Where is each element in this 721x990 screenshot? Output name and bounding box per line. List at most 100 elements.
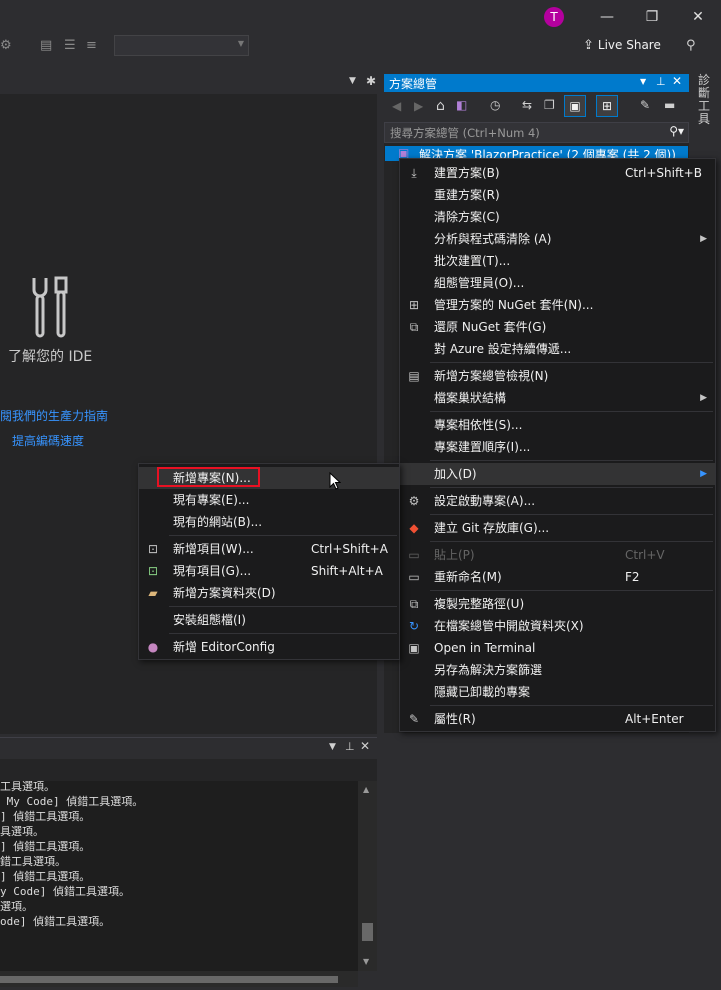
- pin-icon[interactable]: ⊥: [345, 740, 355, 753]
- menu-item-dependencies[interactable]: 專案相依性(S)...: [400, 414, 715, 436]
- close-window-button[interactable]: ✕: [687, 6, 709, 28]
- output-text: 工具選項。 My Code] 偵錯工具選項。 ] 偵錯工具選項。 具選項。 ] …: [0, 780, 358, 971]
- menu-separator: [169, 535, 397, 536]
- menu-separator: [169, 606, 397, 607]
- menu-item-rename[interactable]: ▭ 重新命名(M) F2: [400, 566, 715, 588]
- output-line: 錯工具選項。: [0, 855, 66, 868]
- menu-item-build-order[interactable]: 專案建置順序(I)...: [400, 436, 715, 458]
- output-line: ode] 偵錯工具選項。: [0, 915, 111, 928]
- submenu-item-install-config[interactable]: 安裝組態檔(I): [139, 609, 399, 631]
- git-icon: ◆: [409, 521, 419, 535]
- output-line: ] 偵錯工具選項。: [0, 870, 91, 883]
- menu-item-add[interactable]: 加入(D) ▶: [400, 463, 715, 485]
- document-icon[interactable]: ▤: [40, 38, 52, 53]
- chevron-down-icon[interactable]: ▼: [640, 77, 646, 86]
- menu-item-clean[interactable]: 清除方案(C): [400, 206, 715, 228]
- user-avatar[interactable]: T: [544, 7, 564, 27]
- search-icon[interactable]: ⚲▾: [669, 124, 684, 138]
- gear-icon[interactable]: ⚙: [0, 38, 12, 53]
- productivity-guide-link[interactable]: 閱我們的生產力指南: [0, 407, 108, 424]
- paste-icon: ▭: [408, 548, 420, 562]
- rename-icon: ▭: [408, 570, 420, 584]
- menu-item-build[interactable]: ⤓ 建置方案(B) Ctrl+Shift+B: [400, 162, 715, 184]
- minimize-button[interactable]: —: [596, 6, 618, 28]
- menu-item-properties[interactable]: ✎ 屬性(R) Alt+Enter: [400, 708, 715, 730]
- show-all-files-icon[interactable]: ▣: [564, 95, 586, 117]
- comment-icon[interactable]: ≡: [86, 38, 97, 53]
- menu-item-new-view[interactable]: ▤ 新增方案總管檢視(N): [400, 365, 715, 387]
- output-line: My Code] 偵錯工具選項。: [0, 795, 144, 808]
- menu-item-batch-build[interactable]: 批次建置(T)...: [400, 250, 715, 272]
- submenu-item-existing-project[interactable]: 現有專案(E)...: [139, 489, 399, 511]
- gear-icon[interactable]: ✱: [366, 74, 376, 88]
- menu-item-config-manager[interactable]: 組態管理員(O)...: [400, 272, 715, 294]
- panel-title: 方案總管: [389, 77, 438, 91]
- menu-item-copy-path[interactable]: ⧉ 複製完整路徑(U): [400, 593, 715, 615]
- menu-item-create-git[interactable]: ◆ 建立 Git 存放庫(G)...: [400, 517, 715, 539]
- menu-item-rebuild[interactable]: 重建方案(R): [400, 184, 715, 206]
- menu-item-azure[interactable]: 對 Azure 設定持續傳遞...: [400, 338, 715, 360]
- forward-icon[interactable]: ▶: [414, 99, 423, 113]
- menu-item-restore-nuget[interactable]: ⧉ 還原 NuGet 套件(G): [400, 316, 715, 338]
- close-icon[interactable]: ✕: [672, 74, 682, 88]
- menu-item-save-filter[interactable]: 另存為解決方案篩選: [400, 659, 715, 681]
- submenu-item-new-item[interactable]: ⊡ 新增項目(W)... Ctrl+Shift+A: [139, 538, 399, 560]
- vs-switch-icon[interactable]: ◧: [456, 98, 467, 112]
- menu-item-hide-unloaded[interactable]: 隱藏已卸載的專案: [400, 681, 715, 703]
- diagnostic-tools-tab[interactable]: 診斷工具: [698, 74, 712, 126]
- mouse-cursor-icon: [329, 472, 341, 490]
- chevron-down-icon: ▼: [237, 39, 244, 48]
- history-icon[interactable]: ◷: [490, 98, 500, 112]
- output-line: ] 偵錯工具選項。: [0, 810, 91, 823]
- submenu-arrow-icon: ▶: [700, 393, 707, 403]
- submenu-item-new-project[interactable]: 新增專案(N)...: [139, 467, 399, 489]
- pin-icon[interactable]: ⊥: [656, 75, 666, 88]
- preview-icon[interactable]: ⊞: [596, 95, 618, 117]
- minus-icon[interactable]: ▬: [664, 98, 675, 112]
- submenu-item-existing-website[interactable]: 現有的網站(B)...: [139, 511, 399, 533]
- back-icon[interactable]: ◀: [392, 99, 401, 113]
- submenu-item-editorconfig[interactable]: ● 新增 EditorConfig: [139, 636, 399, 658]
- home-icon[interactable]: ⌂: [436, 98, 445, 114]
- scroll-thumb[interactable]: [362, 923, 373, 941]
- close-icon[interactable]: ✕: [360, 739, 370, 753]
- copy-icon: ⧉: [409, 597, 419, 611]
- sync-icon[interactable]: ⇆: [522, 98, 532, 112]
- solution-search-input[interactable]: 搜尋方案總管 (Ctrl+Num 4) ⚲▾: [384, 122, 689, 143]
- submenu-item-existing-item[interactable]: ⊡ 現有項目(G)... Shift+Alt+A: [139, 560, 399, 582]
- menu-item-file-nesting[interactable]: 檔案巢狀結構 ▶: [400, 387, 715, 409]
- submenu-item-solution-folder[interactable]: ▰ 新增方案資料夾(D): [139, 582, 399, 604]
- wrench-icon: ✎: [408, 712, 420, 726]
- toolbar-combobox[interactable]: ▼: [114, 35, 249, 56]
- folder-icon: ▰: [148, 586, 158, 600]
- menu-item-open-terminal[interactable]: ▣ Open in Terminal: [400, 637, 715, 659]
- feedback-icon[interactable]: ⚲: [686, 38, 696, 53]
- list-icon[interactable]: ☰: [64, 38, 76, 53]
- share-icon: ⇪: [583, 38, 594, 53]
- add-submenu: 新增專案(N)... 現有專案(E)... 現有的網站(B)... ⊡ 新增項目(…: [138, 463, 400, 660]
- menu-separator: [430, 362, 713, 363]
- live-share-button[interactable]: ⇪ Live Share: [583, 38, 661, 56]
- scroll-thumb[interactable]: [0, 976, 338, 983]
- highlight-box: [157, 467, 260, 487]
- collapse-all-icon[interactable]: ❐: [544, 98, 555, 112]
- wrench-icon[interactable]: ✎: [640, 98, 650, 112]
- output-line: 具選項。: [0, 825, 44, 838]
- menu-item-startup-project[interactable]: ⚙ 設定啟動專案(A)...: [400, 490, 715, 512]
- build-icon: ⤓: [411, 166, 417, 180]
- chevron-down-icon[interactable]: ▼: [349, 76, 356, 86]
- output-toolbar: [0, 759, 377, 781]
- menu-item-analyze[interactable]: 分析與程式碼清除 (A) ▶: [400, 228, 715, 250]
- menu-item-manage-nuget[interactable]: ⊞ 管理方案的 NuGet 套件(N)...: [400, 294, 715, 316]
- chevron-down-icon[interactable]: ▼: [329, 742, 336, 752]
- restore-button[interactable]: ❐: [641, 6, 663, 28]
- output-horizontal-scrollbar[interactable]: [0, 971, 358, 987]
- output-vertical-scrollbar[interactable]: ▲ ▼: [358, 781, 377, 971]
- menu-separator: [430, 487, 713, 488]
- restore-icon: ⧉: [409, 320, 419, 334]
- scroll-up-icon[interactable]: ▲: [363, 785, 369, 794]
- menu-separator: [430, 705, 713, 706]
- coding-speed-link[interactable]: 提高編碼速度: [12, 432, 84, 449]
- scroll-down-icon[interactable]: ▼: [363, 957, 369, 966]
- menu-item-open-folder[interactable]: ↻ 在檔案總管中開啟資料夾(X): [400, 615, 715, 637]
